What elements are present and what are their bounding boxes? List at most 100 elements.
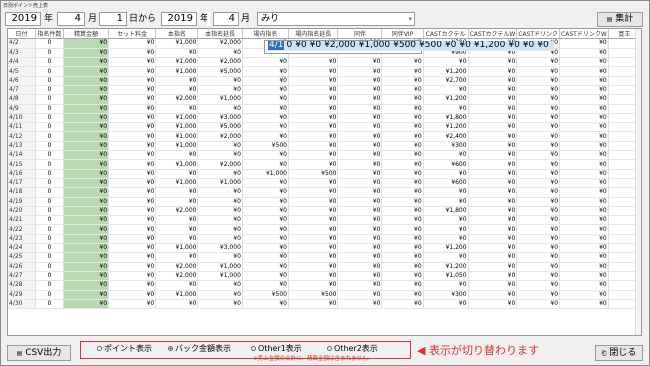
- table-row[interactable]: 4/8 0 ¥0 ¥0 ¥2,000 ¥1,000 ¥0 ¥0 ¥0 ¥0 ¥1,200 ¥0 ¥0 ¥0: [8, 94, 641, 105]
- column-header[interactable]: CASTドリンク: [516, 29, 561, 39]
- table-row[interactable]: 4/4 0 ¥0 ¥0 ¥1,000 ¥2,000 ¥0 ¥0 ¥0 ¥0 ¥0 ¥0 ¥0 ¥0: [8, 57, 641, 68]
- column-header[interactable]: 同伴VIP: [381, 29, 424, 39]
- table-cell: ¥0: [108, 57, 157, 68]
- table-cell: ¥0: [155, 187, 199, 198]
- table-cell: ¥0: [423, 57, 469, 68]
- table-cell: ¥0: [381, 215, 424, 226]
- table-cell: 4/6: [8, 76, 36, 87]
- table-cell: ¥0: [197, 187, 243, 198]
- table-row[interactable]: 4/14 0 ¥0 ¥0 ¥0 ¥0 ¥0 ¥0 ¥0 ¥0 ¥0 ¥0 ¥0 ¥0: [8, 150, 641, 161]
- cast-select[interactable]: みり ▾: [257, 12, 415, 26]
- table-cell: ¥0: [337, 122, 383, 133]
- table-cell: ¥0: [63, 206, 110, 217]
- table-row[interactable]: 4/9 0 ¥0 ¥0 ¥0 ¥0 ¥0 ¥0 ¥0 ¥0 ¥0 ¥0 ¥0 ¥0: [8, 104, 641, 114]
- table-row[interactable]: 4/1 0 ¥0 ¥0 ¥2,000 ¥1,000 ¥500 ¥500 ¥0 ¥0 ¥1,200 ¥0…: [264, 40, 554, 54]
- to-year-input[interactable]: 2019: [161, 12, 197, 26]
- table-cell: ¥0: [468, 234, 518, 245]
- table-cell: 0: [35, 66, 64, 77]
- table-cell: ¥1,000: [155, 141, 199, 152]
- column-header[interactable]: CASTカクテルW: [468, 29, 518, 39]
- table-row[interactable]: 4/24 0 ¥0 ¥0 ¥1,000 ¥3,000 ¥0 ¥0 ¥0 ¥0 ¥1,200 ¥0 ¥0 ¥…: [8, 243, 641, 254]
- table-cell: ¥1,000: [155, 39, 199, 49]
- column-header[interactable]: 本指名延長: [197, 29, 243, 39]
- table-cell: ¥0: [108, 66, 157, 77]
- from-month-input[interactable]: 4: [57, 12, 85, 26]
- daily-points-grid[interactable]: 日付 指名件数 精算金額 セット料金 本指名 本指名延長 場内指名 場内指名延長 同伴 同伴VIP…: [7, 28, 642, 336]
- table-row[interactable]: 4/28 0 ¥0 ¥0 ¥0 ¥0 ¥0 ¥0 ¥0 ¥0 ¥0 ¥0 ¥0 ¥0: [8, 280, 641, 291]
- table-cell: ¥0: [288, 76, 339, 87]
- table-row[interactable]: 4/20 0 ¥0 ¥0 ¥2,000 ¥0 ¥0 ¥0 ¥0 ¥0 ¥1,800 ¥0 ¥0 ¥0: [8, 206, 641, 217]
- table-row[interactable]: 4/10 0 ¥0 ¥0 ¥1,000 ¥3,000 ¥0 ¥0 ¥0 ¥0 ¥1,800 ¥0 ¥0 ¥…: [8, 113, 641, 124]
- table-cell: ¥0: [559, 122, 609, 133]
- table-row[interactable]: 4/30 0 ¥0 ¥0 ¥0 ¥0 ¥0 ¥0 ¥0 ¥0 ¥0 ¥0 ¥0 ¥0: [8, 299, 641, 310]
- column-header[interactable]: 本指名: [155, 29, 199, 39]
- table-cell: 0: [35, 197, 64, 207]
- callout-annotation: ◀ 表示が切り替わります: [417, 342, 539, 358]
- radio-point-display[interactable]: ポイント表示: [97, 344, 152, 354]
- column-header[interactable]: 精算金額: [63, 29, 110, 39]
- table-row[interactable]: 4/25 0 ¥0 ¥0 ¥0 ¥0 ¥0 ¥0 ¥0 ¥0 ¥0 ¥0 ¥0 ¥0: [8, 252, 641, 263]
- column-header[interactable]: 場内指名: [242, 29, 289, 39]
- table-cell: ¥1,000: [197, 94, 243, 105]
- table-cell: ¥0: [516, 150, 561, 161]
- table-row[interactable]: 4/29 0 ¥0 ¥0 ¥1,000 ¥0 ¥500 ¥500 ¥0 ¥0 ¥300 ¥0 ¥0 ¥0: [8, 290, 641, 300]
- close-button[interactable]: ⎗ 閉じる: [595, 345, 643, 361]
- table-row[interactable]: 4/13 0 ¥0 ¥0 ¥1,000 ¥0 ¥500 ¥0 ¥0 ¥0 ¥300 ¥0 ¥0 ¥0: [8, 141, 641, 152]
- column-header[interactable]: セット料金: [108, 29, 157, 39]
- table-cell: ¥500: [242, 290, 289, 300]
- csv-export-button[interactable]: ▤ CSV出力: [7, 345, 71, 361]
- table-cell: ¥500: [242, 141, 289, 152]
- table-cell: ¥0: [559, 234, 609, 245]
- table-cell: ¥0: [108, 141, 157, 152]
- table-row[interactable]: 4/23 0 ¥0 ¥0 ¥0 ¥0 ¥0 ¥0 ¥0 ¥0 ¥0 ¥0 ¥0 ¥0: [8, 234, 641, 245]
- table-row[interactable]: 4/12 0 ¥0 ¥0 ¥1,000 ¥2,000 ¥0 ¥0 ¥0 ¥0 ¥2,400 ¥0 ¥0 ¥…: [8, 131, 641, 142]
- table-cell: ¥0: [108, 224, 157, 235]
- table-row[interactable]: 4/18 0 ¥0 ¥0 ¥0 ¥0 ¥0 ¥0 ¥0 ¥0 ¥0 ¥0 ¥0 ¥0: [8, 187, 641, 198]
- table-row[interactable]: 4/7 0 ¥0 ¥0 ¥0 ¥0 ¥0 ¥0 ¥0 ¥0 ¥0 ¥0 ¥0 ¥0: [8, 85, 641, 96]
- radio-other2-display[interactable]: Other2表示: [327, 344, 378, 354]
- table-cell: ¥0: [559, 104, 609, 114]
- table-cell: ¥0: [288, 206, 339, 217]
- from-year-input[interactable]: 2019: [5, 12, 41, 26]
- table-row[interactable]: 4/21 0 ¥0 ¥0 ¥0 ¥0 ¥0 ¥0 ¥0 ¥0 ¥0 ¥0 ¥0 ¥0: [8, 215, 641, 226]
- table-row[interactable]: 4/15 0 ¥0 ¥0 ¥1,000 ¥2,000 ¥0 ¥0 ¥0 ¥0 ¥600 ¥0 ¥0 ¥0: [8, 159, 641, 170]
- table-row[interactable]: 4/5 0 ¥0 ¥0 ¥1,000 ¥5,000 ¥0 ¥0 ¥0 ¥0 ¥1,200 ¥0 ¥0 ¥0: [8, 66, 641, 77]
- column-header[interactable]: 日付: [8, 29, 36, 39]
- table-cell: ¥0: [242, 159, 289, 170]
- table-cell: ¥0: [63, 48, 110, 59]
- table-cell: 0: [35, 141, 64, 152]
- to-month-input[interactable]: 4: [213, 12, 239, 26]
- table-row[interactable]: 4/19 0 ¥0 ¥0 ¥0 ¥0 ¥0 ¥0 ¥0 ¥0 ¥0 ¥0 ¥0 ¥0: [8, 197, 641, 207]
- table-cell: ¥0: [337, 234, 383, 245]
- column-header[interactable]: 指名件数: [35, 29, 64, 39]
- table-cell: ¥0: [197, 299, 243, 310]
- column-header[interactable]: 場内指名延長: [288, 29, 339, 39]
- arrow-left-icon: ◀: [417, 344, 426, 357]
- column-header[interactable]: CASTドリンクW: [559, 29, 609, 39]
- table-row[interactable]: 4/27 0 ¥0 ¥0 ¥2,000 ¥1,000 ¥0 ¥0 ¥0 ¥0 ¥1,050 ¥0 ¥0 ¥…: [8, 271, 641, 282]
- table-cell: ¥500: [288, 169, 339, 179]
- vertical-scrollbar[interactable]: [635, 29, 641, 335]
- from-day-input[interactable]: 1: [99, 12, 127, 26]
- table-cell: ¥0: [63, 187, 110, 198]
- table-cell: ¥0: [63, 94, 110, 105]
- radio-back-amount-display[interactable]: バック金額表示: [168, 344, 231, 354]
- table-cell: ¥0: [516, 141, 561, 152]
- aggregate-button[interactable]: ▤ 集計: [597, 12, 643, 27]
- table-row[interactable]: 4/16 0 ¥0 ¥0 ¥0 ¥0 ¥1,000 ¥500 ¥0 ¥0 ¥0 ¥0 ¥0 ¥0: [8, 169, 641, 179]
- table-row[interactable]: 4/22 0 ¥0 ¥0 ¥0 ¥0 ¥0 ¥0 ¥0 ¥0 ¥0 ¥0 ¥0 ¥0: [8, 224, 641, 235]
- table-row[interactable]: 4/11 0 ¥0 ¥0 ¥1,000 ¥5,000 ¥0 ¥0 ¥0 ¥0 ¥1,200 ¥0 ¥0 ¥…: [8, 122, 641, 133]
- column-header[interactable]: 同伴: [337, 29, 383, 39]
- table-row[interactable]: 4/17 0 ¥0 ¥0 ¥1,000 ¥1,000 ¥0 ¥0 ¥0 ¥0 ¥600 ¥0 ¥0 ¥0: [8, 178, 641, 189]
- table-cell: ¥0: [63, 150, 110, 161]
- table-cell: ¥1,800: [423, 206, 469, 217]
- table-cell: ¥0: [242, 94, 289, 105]
- table-cell: ¥0: [63, 252, 110, 263]
- table-cell: ¥2,000: [197, 131, 243, 142]
- table-cell: ¥1,000: [155, 122, 199, 133]
- table-cell: ¥0: [242, 252, 289, 263]
- table-row[interactable]: 4/6 0 ¥0 ¥0 ¥0 ¥0 ¥0 ¥0 ¥0 ¥0 ¥2,700 ¥0 ¥0 ¥0: [8, 76, 641, 87]
- radio-other1-display[interactable]: Other1表示: [251, 344, 302, 354]
- table-row[interactable]: 4/26 0 ¥0 ¥0 ¥2,000 ¥1,000 ¥0 ¥0 ¥0 ¥0 ¥1,200 ¥0 ¥0 ¥…: [8, 262, 641, 272]
- column-header[interactable]: CASTカクテル: [423, 29, 469, 39]
